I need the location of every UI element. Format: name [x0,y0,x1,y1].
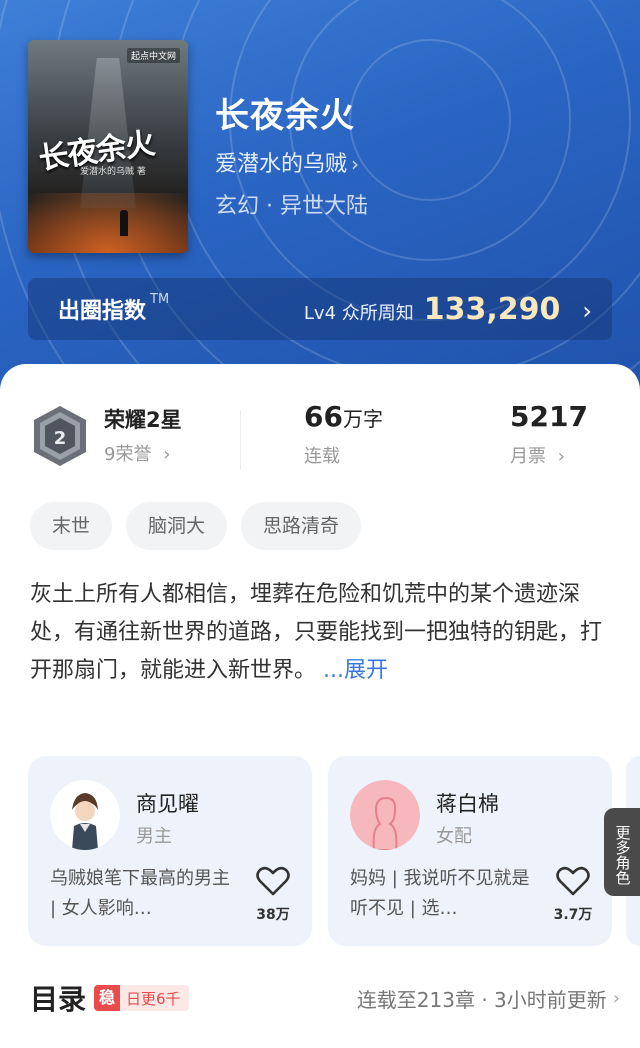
catalog-title: 目录 [30,983,87,1016]
catalog-row[interactable]: 目录 稳 日更6千 连载至213章 · 3小时前更新 › [30,978,620,1018]
book-title: 长夜余火 [215,96,355,136]
character-desc: 妈妈 | 我说听不见就是听不见 | 选… [350,868,530,919]
honor-badge-icon[interactable]: 2 [30,404,90,468]
tag-list: 末世 脑洞大 思路清奇 [30,502,362,550]
cover-author: 爱潜水的乌贼 著 [80,167,146,177]
more-characters-button[interactable]: 更多角色 [604,808,640,896]
character-name: 商见曜 [136,792,199,816]
heart-icon[interactable] [556,866,590,896]
chevron-right-icon: › [351,152,360,176]
honor-title: 荣耀2星 [104,408,182,432]
expand-link[interactable]: ...展开 [316,658,388,683]
tag-chip[interactable]: 脑洞大 [126,502,228,550]
book-cover[interactable]: 起点中文网 长夜余火 爱潜水的乌贼 著 [28,40,188,253]
cover-fire-glow [28,193,188,253]
cover-figure-art [120,210,128,236]
stats-divider [240,410,241,470]
character-desc: 乌贼娘笔下最高的男主 | 女人影响… [50,868,230,919]
book-detail-card: 2 荣耀2星 9荣誉 › 66万字 连载 5217 月票 › 末世 脑洞大 思路… [0,364,640,1048]
chevron-right-icon: › [557,446,565,467]
character-list: 商见曜 男主 乌贼娘笔下最高的男主 | 女人影响… 38万 蒋白棉 女配 妈妈 … [28,756,640,946]
book-description: 灰土上所有人都相信，埋葬在危险和饥荒中的某个遗迹深处，有通往新世界的道路，只要能… [30,576,610,690]
monthly-votes-label: 月票 [510,446,546,467]
heart-icon[interactable] [256,866,290,896]
character-avatar [50,780,120,850]
chevron-right-icon: › [612,987,620,1009]
book-header: 起点中文网 长夜余火 爱潜水的乌贼 著 长夜余火 爱潜水的乌贼 › 玄幻 · 异世… [0,0,640,400]
character-name: 蒋白棉 [436,792,499,816]
update-badge: 稳 日更6千 [94,985,189,1011]
monthly-votes-count: 5217 [510,400,588,433]
popularity-rank-bar[interactable]: 出圈指数 TM Lv4 众所周知 133,290 › [28,278,612,340]
character-card[interactable]: 蒋白棉 女配 妈妈 | 我说听不见就是听不见 | 选… 3.7万 [328,756,612,946]
word-count-unit: 万字 [342,407,383,431]
monthly-votes-link[interactable]: 月票 › [510,442,565,468]
character-avatar [350,780,420,850]
author-name: 爱潜水的乌贼 [215,152,348,177]
rank-level: Lv4 众所周知 [303,302,414,324]
rank-label: 出圈指数 [58,299,147,324]
chevron-right-icon: › [163,444,171,465]
like-count: 3.7万 [553,907,593,923]
character-role: 男主 [136,826,172,847]
stable-icon: 稳 [94,985,121,1011]
book-author-link[interactable]: 爱潜水的乌贼 › [215,146,359,178]
tag-chip[interactable]: 思路清奇 [241,502,362,550]
rank-score: 133,290 [423,291,561,327]
honor-count-link[interactable]: 9荣誉 › [104,440,170,466]
honor-count: 9荣誉 [104,444,152,465]
cover-publisher: 起点中文网 [126,48,180,63]
chevron-right-icon: › [582,296,592,325]
word-count: 66万字 [304,400,383,433]
latest-chapter-info: 连载至213章 · 3小时前更新 [356,987,607,1012]
serial-status: 连载 [304,446,340,467]
character-role: 女配 [436,826,472,847]
tag-chip[interactable]: 末世 [30,502,113,550]
trademark-mark: TM [150,292,170,307]
rank-value-group: Lv4 众所周知 133,290 › [304,292,592,327]
honor-badge-number: 2 [54,428,67,449]
character-card[interactable]: 商见曜 男主 乌贼娘笔下最高的男主 | 女人影响… 38万 [28,756,312,946]
update-frequency: 日更6千 [126,989,181,1008]
book-genre: 玄幻 · 异世大陆 [215,194,368,219]
stats-row: 2 荣耀2星 9荣誉 › 66万字 连载 5217 月票 › [0,392,640,482]
like-count: 38万 [256,907,290,923]
word-count-number: 66 [304,400,343,433]
